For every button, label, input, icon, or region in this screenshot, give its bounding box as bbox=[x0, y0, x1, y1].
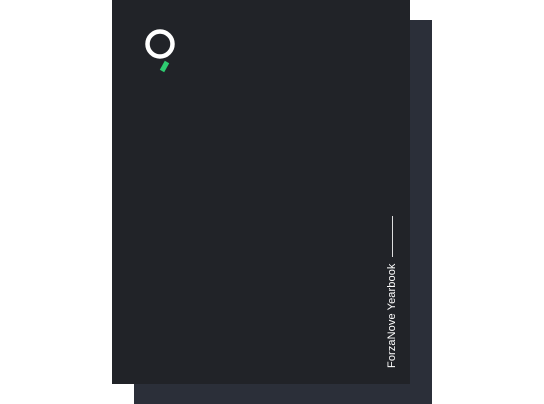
title-rule bbox=[391, 216, 393, 258]
cover-title-vertical: ForzaNove Yearbook bbox=[382, 216, 402, 368]
cover-title: ForzaNove Yearbook bbox=[386, 263, 398, 368]
magnifier-logo-icon bbox=[144, 28, 178, 76]
front-cover: ForzaNove Yearbook bbox=[112, 0, 410, 384]
book-mockup: ForzaNove Yearbook bbox=[0, 0, 544, 404]
